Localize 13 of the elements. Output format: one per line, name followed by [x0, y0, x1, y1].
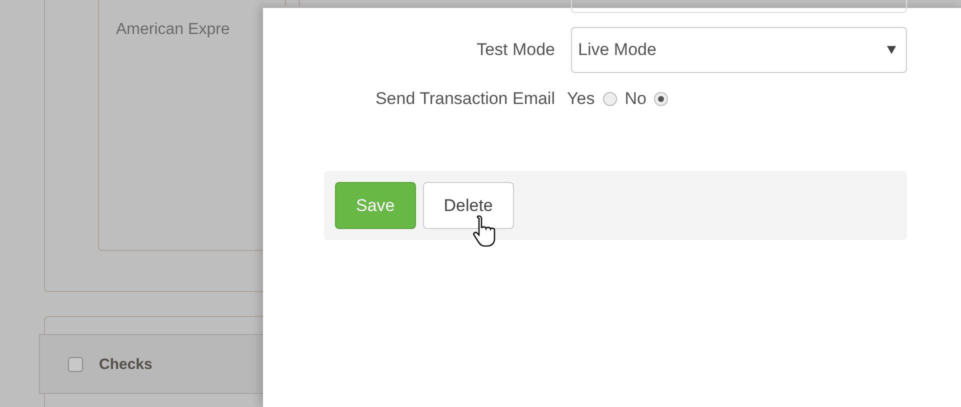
checkbox[interactable]: [68, 356, 83, 372]
select-field[interactable]: [571, 0, 907, 13]
card-text: American Expre: [116, 21, 230, 39]
caret-icon: [887, 46, 896, 54]
radio-button[interactable]: [654, 92, 668, 106]
field-label: Test Mode: [476, 40, 555, 60]
field-label: Send Transaction Email: [374, 89, 555, 109]
radio-label: Yes: [567, 89, 595, 109]
radio-button[interactable]: [602, 92, 617, 106]
select-field[interactable]: Live Mode: [571, 27, 907, 73]
section-label: Checks: [99, 356, 152, 372]
delete-button[interactable]: Delete: [422, 182, 514, 229]
radio-label: No: [624, 89, 646, 109]
